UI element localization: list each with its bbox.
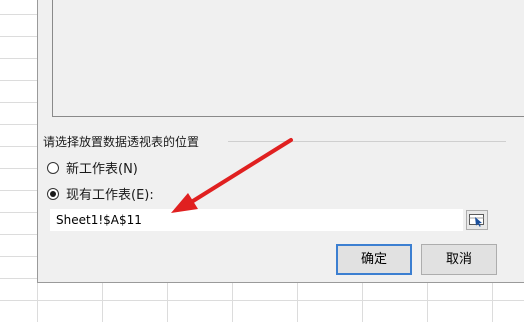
existing-worksheet-option[interactable]: 现有工作表(E): [47,184,154,203]
group-divider [228,141,506,142]
ok-button[interactable]: 确定 [336,244,412,275]
pivot-table-dialog: 请选择放置数据透视表的位置 新工作表(N) 现有工作表(E): 确定 取消 [37,0,524,283]
location-reference-input[interactable] [50,209,463,231]
cancel-button[interactable]: 取消 [421,244,497,275]
radio-new-worksheet[interactable] [47,161,59,174]
field-list-area [52,0,524,117]
radio-existing-worksheet[interactable] [47,187,59,200]
new-worksheet-option[interactable]: 新工作表(N) [47,158,138,177]
range-select-button[interactable] [466,210,488,230]
new-worksheet-label: 新工作表(N) [66,162,138,177]
location-group-label: 请选择放置数据透视表的位置 [43,133,203,150]
range-select-icon [469,214,484,227]
existing-worksheet-label: 现有工作表(E): [66,188,154,203]
